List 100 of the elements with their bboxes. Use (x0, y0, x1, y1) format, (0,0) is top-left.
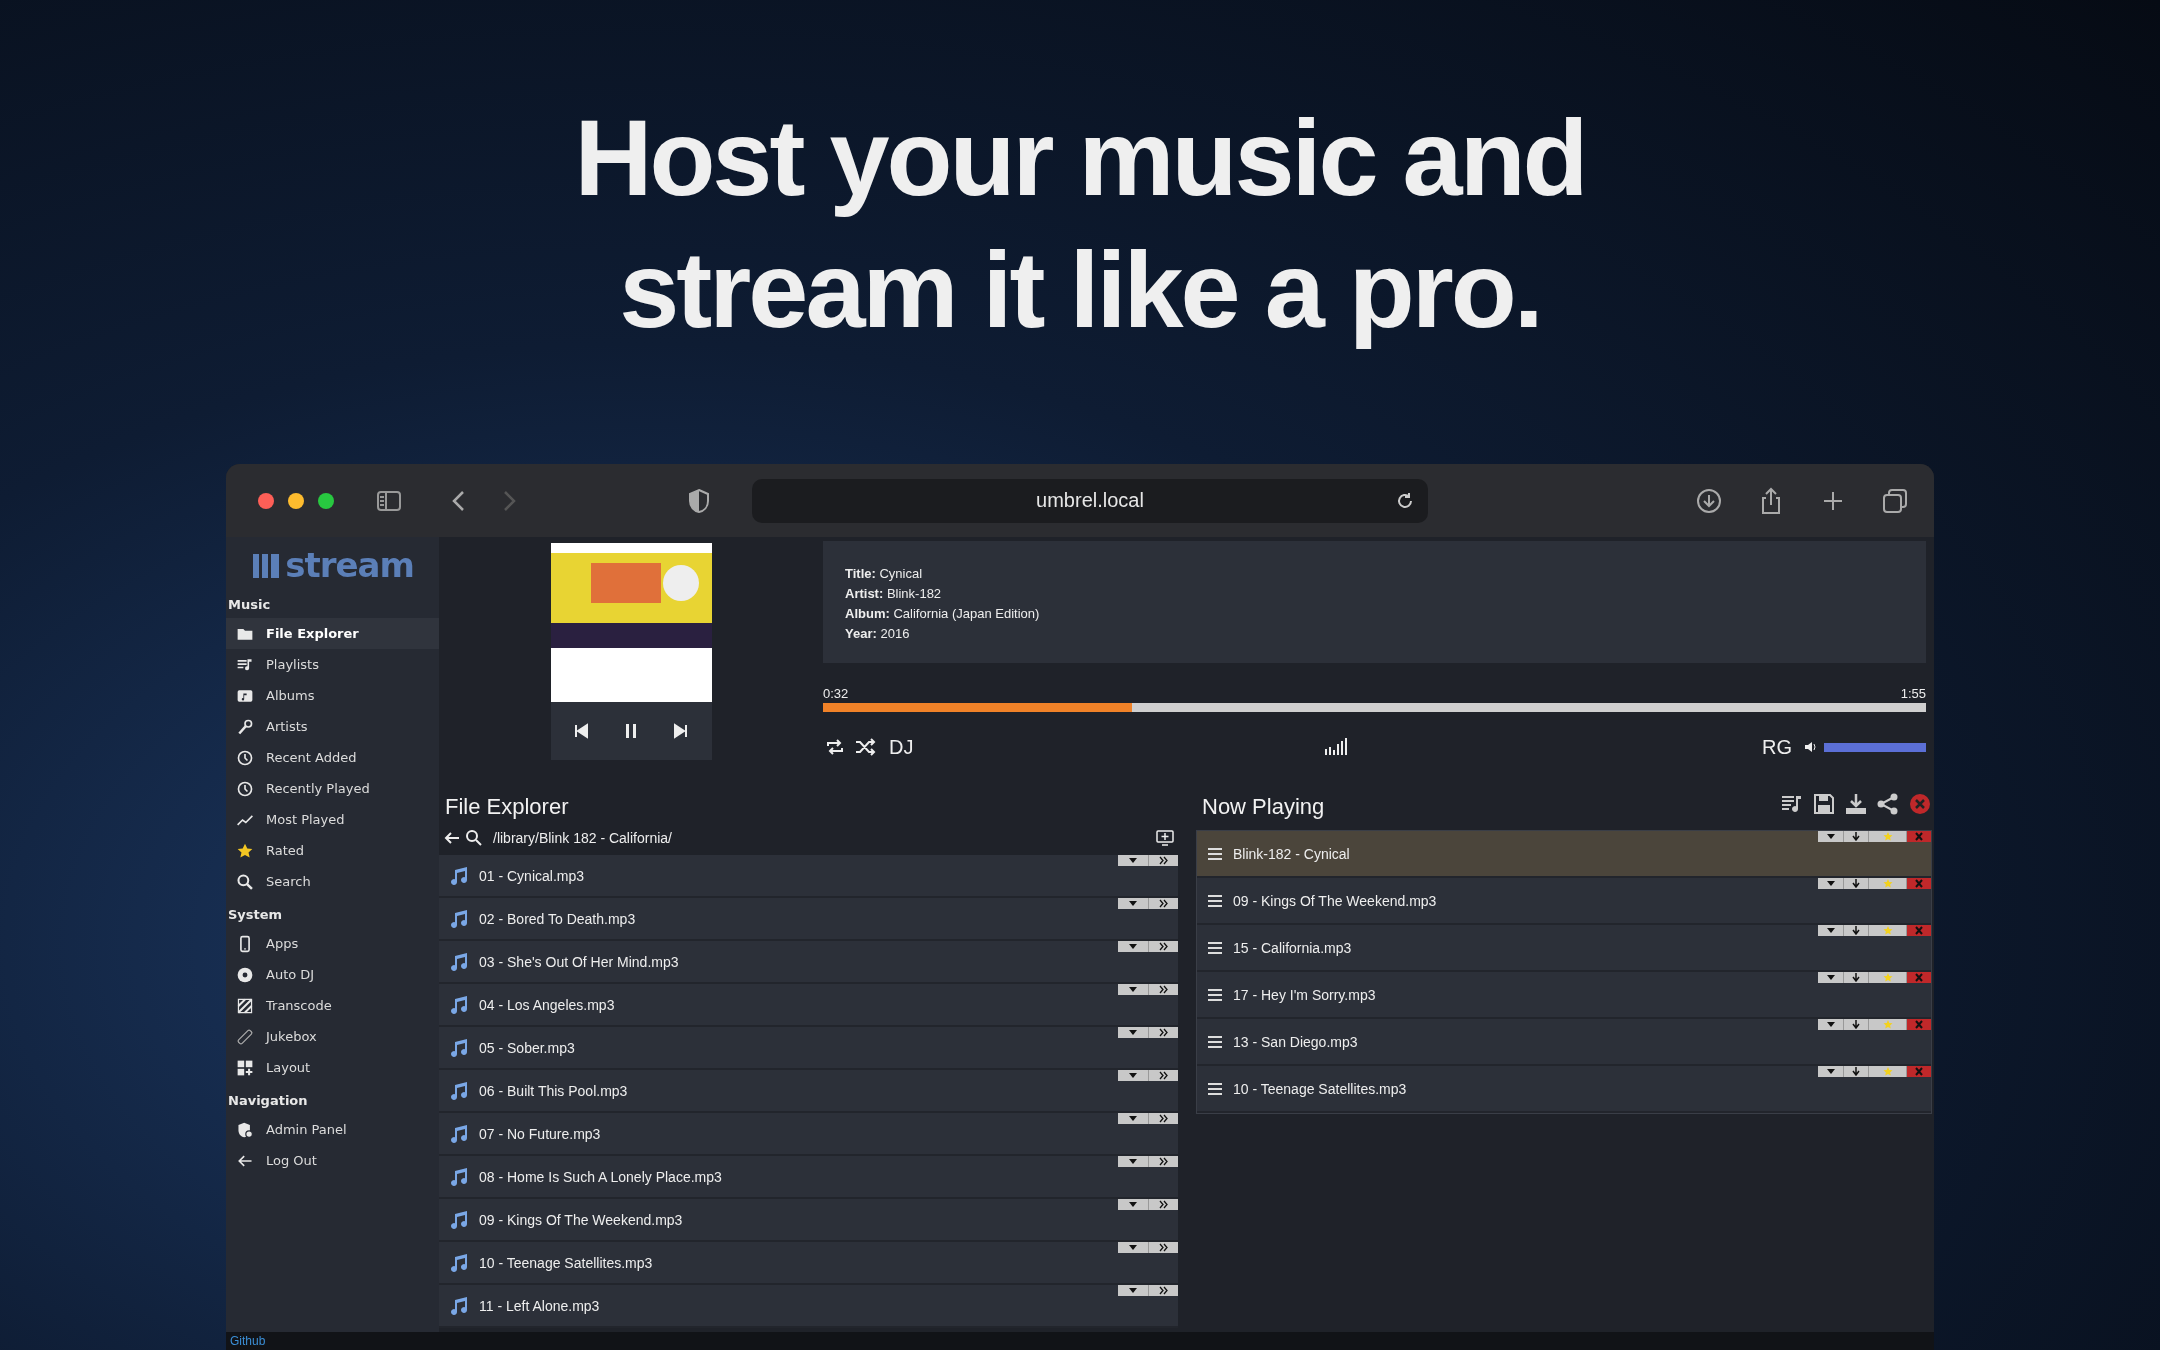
add-button[interactable] (1148, 984, 1178, 995)
add-button[interactable] (1148, 1156, 1178, 1167)
sidebar-item[interactable]: Log Out (226, 1145, 439, 1176)
menu-caret-button[interactable] (1118, 855, 1148, 866)
menu-caret-button[interactable] (1818, 1066, 1843, 1077)
volume-slider[interactable] (1824, 742, 1926, 752)
drag-handle-icon[interactable] (1207, 939, 1223, 956)
sidebar-item[interactable]: Admin Panel (226, 1114, 439, 1145)
sidebar-item[interactable]: Transcode (226, 990, 439, 1021)
sidebar-item[interactable]: Artists (226, 711, 439, 742)
sidebar-item[interactable]: Recent Added (226, 742, 439, 773)
github-link[interactable]: Github (230, 1334, 266, 1348)
add-button[interactable] (1148, 1285, 1178, 1296)
dj-button[interactable]: DJ (889, 735, 914, 759)
sidebar-item[interactable]: Playlists (226, 649, 439, 680)
file-row[interactable]: 04 - Los Angeles.mp3 (439, 984, 1178, 1027)
remove-button[interactable] (1906, 972, 1931, 983)
menu-caret-button[interactable] (1118, 898, 1148, 909)
x-icon (1914, 1067, 1924, 1076)
menu-caret-button[interactable] (1118, 1156, 1148, 1167)
remove-button[interactable] (1906, 925, 1931, 936)
close-icon[interactable] (1908, 792, 1932, 816)
remove-button[interactable] (1906, 831, 1931, 842)
add-to-queue-icon[interactable] (1156, 828, 1174, 847)
menu-caret-button[interactable] (1818, 1019, 1843, 1030)
menu-caret-button[interactable] (1118, 984, 1148, 995)
sidebar-item[interactable]: Jukebox (226, 1021, 439, 1052)
queue-row[interactable]: Blink-182 - Cynical (1197, 831, 1931, 878)
disc-icon (236, 965, 254, 984)
close-button[interactable] (258, 492, 274, 509)
remove-button[interactable] (1906, 878, 1931, 889)
zoom-button[interactable] (318, 492, 334, 509)
file-row[interactable]: 01 - Cynical.mp3 (439, 855, 1178, 898)
x-icon (1914, 832, 1924, 841)
file-row[interactable]: 10 - Teenage Satellites.mp3 (439, 1242, 1178, 1285)
menu-caret-button[interactable] (1118, 1199, 1148, 1210)
download-icon[interactable] (1844, 792, 1868, 816)
file-row[interactable]: 09 - Kings Of The Weekend.mp3 (439, 1199, 1178, 1242)
menu-caret-button[interactable] (1118, 1070, 1148, 1081)
share-icon[interactable] (1876, 792, 1900, 816)
sidebar-item[interactable]: Most Played (226, 804, 439, 835)
remove-button[interactable] (1906, 1019, 1931, 1030)
add-button[interactable] (1148, 1199, 1178, 1210)
add-button[interactable] (1148, 1242, 1178, 1253)
file-row[interactable]: 02 - Bored To Death.mp3 (439, 898, 1178, 941)
drag-handle-icon[interactable] (1207, 845, 1223, 862)
star-icon (1882, 832, 1893, 841)
drag-handle-icon[interactable] (1207, 1033, 1223, 1050)
download-button[interactable] (1843, 831, 1868, 842)
queue-row[interactable]: 17 - Hey I'm Sorry.mp3 (1197, 972, 1931, 1019)
download-button[interactable] (1843, 925, 1868, 936)
add-button[interactable] (1148, 941, 1178, 952)
sidebar-item[interactable]: Rated (226, 835, 439, 866)
download-button[interactable] (1843, 1019, 1868, 1030)
add-button[interactable] (1148, 855, 1178, 866)
sidebar-item[interactable]: Auto DJ (226, 959, 439, 990)
download-button[interactable] (1843, 878, 1868, 889)
sidebar-item[interactable]: Apps (226, 928, 439, 959)
star-icon (1882, 879, 1893, 888)
add-button[interactable] (1148, 1027, 1178, 1038)
file-row[interactable]: 05 - Sober.mp3 (439, 1027, 1178, 1070)
menu-caret-button[interactable] (1818, 972, 1843, 983)
replay-gain-button[interactable]: RG (1762, 735, 1792, 759)
menu-caret-button[interactable] (1818, 878, 1843, 889)
add-button[interactable] (1148, 1113, 1178, 1124)
sidebar-item[interactable]: Search (226, 866, 439, 897)
queue-row[interactable]: 13 - San Diego.mp3 (1197, 1019, 1931, 1066)
remove-button[interactable] (1906, 1066, 1931, 1077)
drag-handle-icon[interactable] (1207, 986, 1223, 1003)
sidebar-item[interactable]: Albums (226, 680, 439, 711)
sidebar-item[interactable]: File Explorer (226, 618, 439, 649)
queue-row[interactable]: 09 - Kings Of The Weekend.mp3 (1197, 878, 1931, 925)
menu-caret-button[interactable] (1818, 925, 1843, 936)
save-icon[interactable] (1812, 792, 1836, 816)
speaker-icon[interactable] (1804, 740, 1818, 754)
file-row[interactable]: 03 - She's Out Of Her Mind.mp3 (439, 941, 1178, 984)
minimize-button[interactable] (288, 492, 304, 509)
file-row[interactable]: 06 - Built This Pool.mp3 (439, 1070, 1178, 1113)
address-bar[interactable]: umbrel.local (752, 478, 1428, 523)
file-row[interactable]: 11 - Left Alone.mp3 (439, 1285, 1178, 1328)
download-button[interactable] (1843, 972, 1868, 983)
menu-caret-button[interactable] (1118, 1027, 1148, 1038)
queue-row[interactable]: 15 - California.mp3 (1197, 925, 1931, 972)
drag-handle-icon[interactable] (1207, 892, 1223, 909)
music-note-icon (449, 1295, 469, 1316)
sidebar-item[interactable]: Layout (226, 1052, 439, 1083)
search-icon[interactable] (465, 828, 483, 847)
queue-row[interactable]: 10 - Teenage Satellites.mp3 (1197, 1066, 1931, 1113)
menu-caret-button[interactable] (1118, 1285, 1148, 1296)
menu-caret-button[interactable] (1118, 941, 1148, 952)
download-button[interactable] (1843, 1066, 1868, 1077)
file-row[interactable]: 08 - Home Is Such A Lonely Place.mp3 (439, 1156, 1178, 1199)
menu-caret-button[interactable] (1818, 831, 1843, 842)
sidebar-item[interactable]: Recently Played (226, 773, 439, 804)
menu-caret-button[interactable] (1118, 1113, 1148, 1124)
file-row[interactable]: 07 - No Future.mp3 (439, 1113, 1178, 1156)
add-button[interactable] (1148, 898, 1178, 909)
add-button[interactable] (1148, 1070, 1178, 1081)
menu-caret-button[interactable] (1118, 1242, 1148, 1253)
drag-handle-icon[interactable] (1207, 1080, 1223, 1097)
